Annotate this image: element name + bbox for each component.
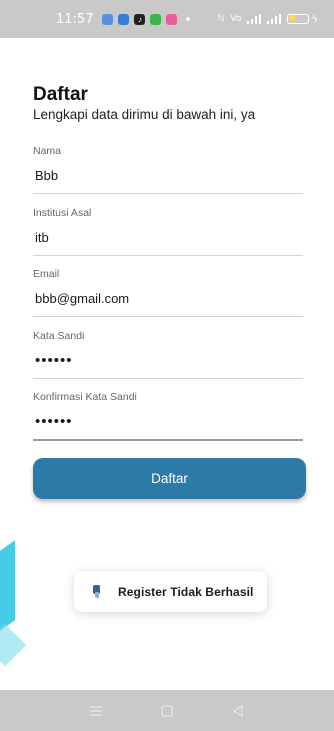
status-bar: 11:57 ♪ ℕ Vo ϟ	[0, 0, 334, 38]
notification-app-icon	[166, 13, 178, 25]
status-time: 11:57	[56, 11, 94, 27]
page-subtitle: Lengkapi data dirimu di bawah ini, ya	[33, 107, 256, 122]
notification-app-icon	[102, 13, 114, 25]
decorative-shape	[0, 623, 27, 667]
confirm-password-label: Konfirmasi Kata Sandi	[33, 391, 137, 403]
toast-message: Register Tidak Berhasil	[118, 584, 254, 599]
toast-notification: Register Tidak Berhasil	[74, 571, 267, 612]
volte-icon: Vo	[230, 14, 242, 24]
menu-icon[interactable]	[86, 701, 106, 721]
password-label: Kata Sandi	[33, 330, 85, 342]
confirm-password-input[interactable]: ••••••	[33, 413, 303, 431]
status-bar-left: 11:57 ♪	[56, 11, 191, 27]
navigation-bar	[0, 690, 334, 731]
notification-app-icon	[118, 13, 130, 25]
nfc-icon: ℕ	[217, 14, 225, 24]
status-bar-right: ℕ Vo ϟ	[217, 14, 318, 25]
institution-underline	[33, 255, 303, 256]
institution-label: Institusi Asal	[33, 207, 92, 219]
confirm-password-underline	[33, 439, 303, 441]
app-icon	[92, 585, 102, 598]
page-title: Daftar	[33, 84, 88, 105]
home-icon[interactable]	[157, 701, 177, 721]
back-icon[interactable]	[228, 701, 248, 721]
register-button[interactable]: Daftar	[33, 458, 306, 499]
signal-icon	[267, 14, 282, 24]
signal-icon	[247, 14, 262, 24]
more-notifications-icon	[186, 17, 191, 21]
name-field[interactable]: Nama Bbb	[33, 145, 303, 194]
email-input[interactable]: bbb@gmail.com	[33, 290, 303, 308]
name-input[interactable]: Bbb	[33, 167, 303, 185]
email-label: Email	[33, 268, 60, 280]
charging-icon: ϟ	[311, 13, 318, 25]
password-input[interactable]: ••••••	[33, 352, 303, 370]
email-field[interactable]: Email bbb@gmail.com	[33, 268, 303, 317]
notification-app-icon	[150, 13, 162, 25]
institution-field[interactable]: Institusi Asal itb	[33, 207, 303, 256]
confirm-password-field[interactable]: Konfirmasi Kata Sandi ••••••	[33, 391, 303, 441]
password-underline	[33, 378, 303, 379]
password-field[interactable]: Kata Sandi ••••••	[33, 330, 303, 379]
tiktok-icon: ♪	[134, 13, 146, 25]
email-underline	[33, 316, 303, 317]
name-label: Nama	[33, 145, 62, 157]
battery-icon	[287, 14, 310, 24]
name-underline	[33, 193, 303, 194]
register-button-label: Daftar	[151, 471, 188, 486]
battery-level	[289, 16, 296, 21]
institution-input[interactable]: itb	[33, 229, 303, 247]
